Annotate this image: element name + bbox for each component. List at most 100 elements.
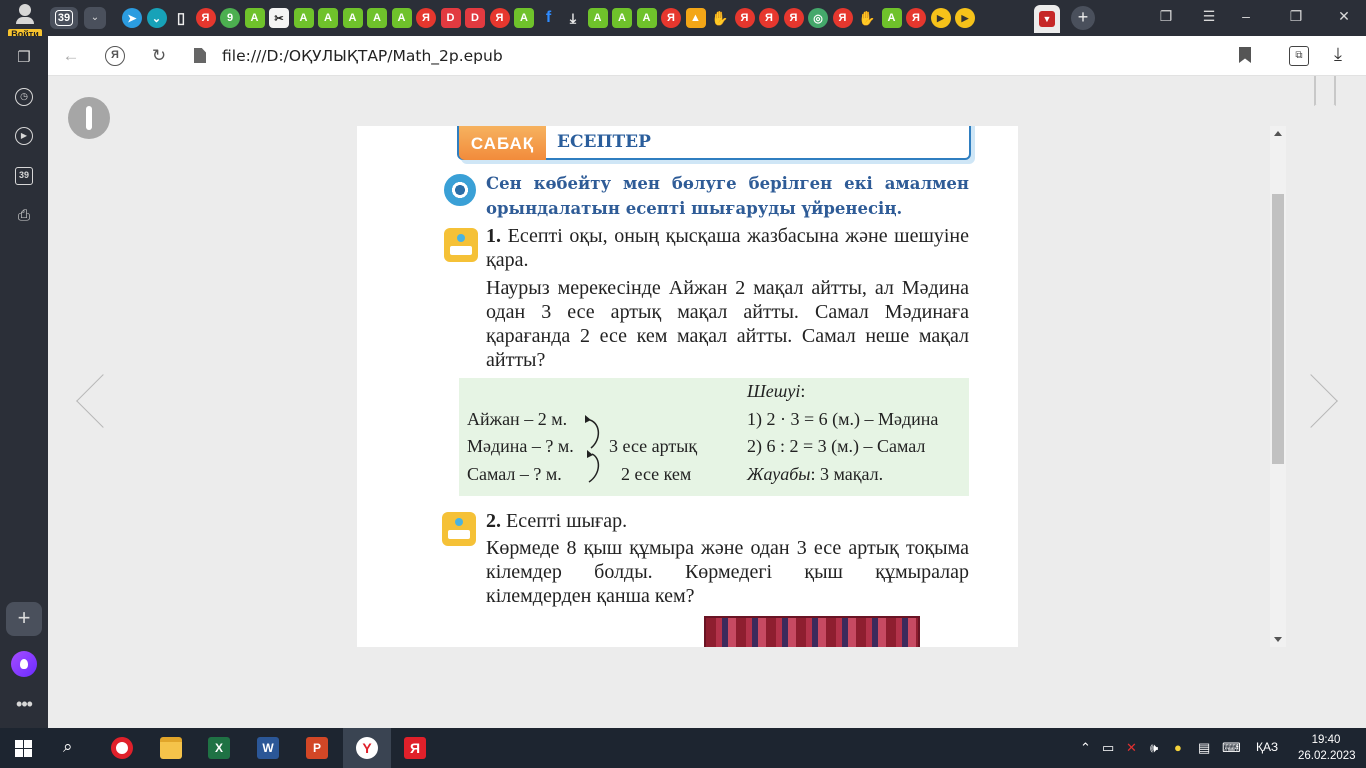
opera-icon[interactable] — [102, 733, 142, 763]
tab-count-button[interactable]: 39 — [50, 7, 78, 29]
yandex-icon[interactable]: Я — [416, 8, 436, 28]
facebook-icon[interactable]: f — [539, 8, 559, 28]
file-explorer-icon[interactable] — [151, 733, 191, 763]
user-icon — [19, 4, 31, 16]
solution-box: Айжан – 2 м. Мәдина – ? м. Самал – ? м. … — [459, 378, 969, 496]
task-2-title: 2. Есепті шығар. — [486, 510, 628, 532]
antiplagiat-icon[interactable]: A — [318, 8, 338, 28]
antiplagiat-icon[interactable]: A — [293, 8, 314, 28]
close-icon[interactable]: ✕ — [1333, 8, 1355, 25]
new-tab-button[interactable]: + — [1071, 6, 1095, 30]
antiplagiat-icon[interactable]: A — [342, 8, 363, 28]
yandex-icon[interactable]: Я — [783, 8, 804, 28]
antiplagiat-icon[interactable]: A — [514, 8, 534, 28]
language-indicator[interactable]: ҚАЗ — [1256, 740, 1278, 754]
search-icon[interactable]: ⌕ — [63, 737, 73, 757]
bookmark-ribbon-icon[interactable] — [1314, 76, 1336, 106]
battery-icon[interactable]: ▭ — [1102, 740, 1114, 756]
yandex-icon[interactable]: Я — [832, 8, 853, 28]
history-icon[interactable]: ◷ — [15, 88, 33, 106]
picture-icon[interactable]: ▲ — [685, 8, 706, 28]
taskbar: ⌕ X W P Y Я ⌃ ▭ ✕ 🕪 ● ▤ ⌨ ҚАЗ 19:40 26.0… — [0, 728, 1366, 768]
back-arrow-icon[interactable]: ← — [60, 46, 82, 68]
solution-step-1: 1) 2 · 3 = 6 (м.) – Мәдина — [747, 409, 939, 429]
antiplagiat-icon[interactable]: A — [881, 8, 902, 28]
tab-list-chevron-icon[interactable]: ⌄ — [84, 7, 106, 29]
yandex-icon[interactable]: Я — [195, 8, 216, 28]
antiplagiat-icon[interactable]: A — [612, 8, 632, 28]
dzen-icon[interactable]: D — [440, 8, 461, 28]
excel-icon[interactable]: X — [199, 733, 239, 763]
restore-icon[interactable]: ❐ — [1285, 8, 1307, 25]
yandex-app-icon[interactable]: Я — [395, 733, 435, 763]
yandex-icon[interactable]: Я — [661, 8, 681, 28]
tray-chevron-icon[interactable]: ⌃ — [1080, 740, 1091, 756]
reload-icon[interactable]: ↻ — [148, 46, 170, 68]
page-scrollbar[interactable] — [1270, 126, 1286, 647]
play-icon[interactable]: ▶ — [955, 8, 975, 28]
solution-left-line-1: Айжан – 2 м. — [467, 409, 568, 429]
volume-icon[interactable]: 🕪 — [1150, 740, 1158, 756]
network-icon[interactable]: ✕ — [1126, 740, 1137, 756]
keyboard-icon[interactable]: ⌨ — [1222, 740, 1241, 756]
antiplagiat-icon[interactable]: A — [367, 8, 387, 28]
capcut-icon[interactable]: ✂ — [269, 8, 289, 28]
word-icon[interactable]: W — [248, 733, 288, 763]
video-icon[interactable]: ▶ — [15, 127, 33, 145]
download-icon[interactable]: ⤓ — [563, 8, 583, 28]
telegram-icon[interactable]: ➤ — [122, 8, 142, 28]
ya-disk-icon[interactable]: ⌄ — [146, 8, 167, 28]
tab-strip: Войти 39 ⌄ ➤ ⌄ ▯ Я 9 A ✂ A A A A A Я D D… — [0, 0, 1366, 39]
scroll-thumb[interactable] — [1272, 194, 1284, 464]
yandex-icon[interactable]: Я — [759, 8, 779, 28]
active-tab[interactable]: ▼ — [1034, 5, 1060, 33]
antiplagiat-icon[interactable]: A — [391, 8, 412, 28]
whatsapp-icon[interactable]: 9 — [220, 8, 240, 28]
antiplagiat-icon[interactable]: A — [244, 8, 265, 28]
antiplagiat-icon[interactable]: A — [636, 8, 657, 28]
minimize-icon[interactable]: – — [1235, 8, 1257, 24]
globe-icon[interactable]: ◎ — [808, 8, 828, 28]
hand-icon[interactable]: ✋ — [857, 8, 877, 28]
clock[interactable]: 19:40 26.02.2023 — [1298, 732, 1356, 764]
scroll-up-arrow[interactable] — [1274, 131, 1282, 136]
collections-icon[interactable]: ❐ — [12, 46, 36, 70]
windows-start-icon[interactable] — [15, 740, 32, 757]
update-icon[interactable]: ● — [1174, 740, 1182, 755]
bookmark-icon[interactable] — [1239, 47, 1251, 63]
menu-icon[interactable]: ☰ — [1198, 8, 1220, 25]
pause-button[interactable] — [68, 97, 110, 139]
address-bar: ← Я ↻ file:///D:/ОҚУЛЫҚТАР/Math_2p.epub … — [48, 36, 1366, 76]
yandex-browser-icon[interactable]: Y — [343, 728, 391, 768]
more-icon[interactable]: ••• — [12, 692, 36, 716]
next-page-arrow[interactable] — [1284, 374, 1338, 428]
epub-viewer: САБАҚ ЕСЕПТЕР Сен көбейту мен бөлуге бер… — [48, 76, 1366, 728]
reading-book-icon — [444, 228, 478, 262]
yandex-home-icon[interactable]: Я — [105, 46, 125, 66]
powerpoint-icon[interactable]: P — [297, 733, 337, 763]
yandex-icon[interactable]: Я — [906, 8, 926, 28]
antiplagiat-icon[interactable]: A — [587, 8, 608, 28]
collections-icon[interactable]: ❐ — [1155, 8, 1177, 25]
play-icon[interactable]: ▶ — [930, 8, 951, 28]
doc-icon[interactable]: ▯ — [171, 8, 191, 28]
add-panel-button[interactable]: + — [6, 602, 42, 636]
hand-icon[interactable]: ✋ — [710, 8, 730, 28]
downloads-icon[interactable]: ⤓ — [1334, 44, 1342, 65]
extensions-icon[interactable]: ⧉ — [1289, 46, 1309, 66]
task-2-body: Көрмеде 8 қыш құмыра және одан 3 есе арт… — [486, 537, 969, 607]
url-field[interactable]: file:///D:/ОҚУЛЫҚТАР/Math_2p.epub — [222, 47, 503, 65]
scroll-down-arrow[interactable] — [1274, 637, 1282, 642]
dzen-icon[interactable]: D — [465, 8, 485, 28]
alice-icon[interactable] — [11, 651, 37, 677]
epub-reader-icon: ▼ — [1039, 11, 1055, 27]
lesson-goal: Сен көбейту мен бөлуге берілген екі амал… — [486, 174, 969, 218]
yandex-icon[interactable]: Я — [734, 8, 755, 28]
yandex-icon[interactable]: Я — [489, 8, 510, 28]
screenshot-icon[interactable]: ⎙ — [12, 204, 36, 228]
tabs-39-icon[interactable]: 39 — [15, 167, 33, 185]
solution-left-line-3: Самал – ? м. — [467, 464, 562, 484]
login-button[interactable]: Войти — [8, 3, 42, 39]
previous-page-arrow[interactable] — [76, 374, 130, 428]
notifications-icon[interactable]: ▤ — [1198, 740, 1210, 756]
